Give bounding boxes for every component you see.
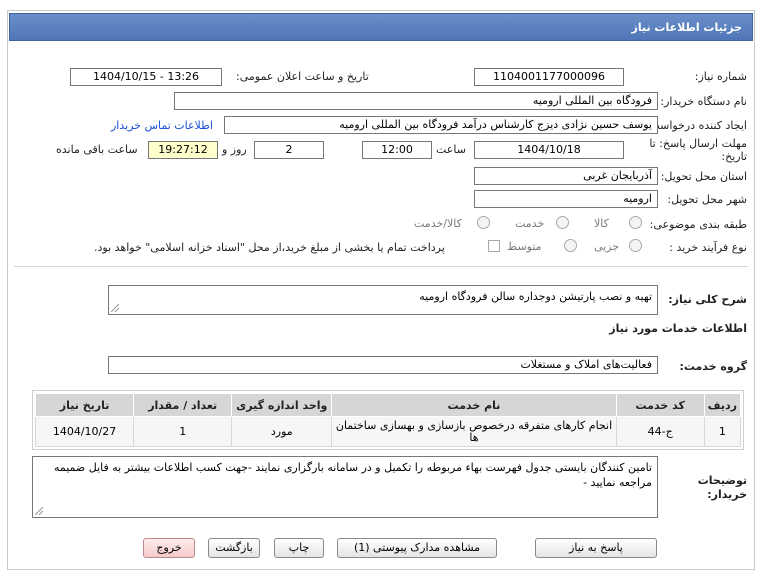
summary-text: تهیه و نصب پارتیشن دوجداره سالن فرودگاه … [419, 290, 652, 303]
treasury-note: پرداخت تمام یا بخشی از مبلغ خرید،از محل … [94, 241, 445, 254]
divider [14, 266, 748, 267]
announce-field: 1404/10/15 - 13:26 [70, 68, 222, 86]
back-button[interactable]: بازگشت [208, 538, 260, 558]
cell-unit: مورد [231, 416, 333, 447]
treasury-checkbox[interactable] [488, 240, 500, 252]
col-header-need-date: تاریخ نیاز [34, 393, 135, 417]
table-header-row: ردیف کد خدمت نام خدمت واحد اندازه گیری ت… [34, 393, 742, 417]
process-radio-minor[interactable] [629, 239, 642, 252]
buyer-notes-text: تامین کنندگان بایستی جدول فهرست بهاء مرب… [53, 461, 652, 489]
buyer-notes-label-2: خریدار: [707, 488, 747, 501]
buyer-notes-field: تامین کنندگان بایستی جدول فهرست بهاء مرب… [32, 456, 658, 518]
buyer-notes-label: توضیحات [697, 474, 747, 487]
province-label: استان محل تحویل: [660, 170, 747, 183]
services-table: ردیف کد خدمت نام خدمت واحد اندازه گیری ت… [34, 393, 742, 447]
process-label: نوع فرآیند خرید : [669, 241, 747, 254]
remaining-time-field: 19:27:12 [148, 141, 218, 159]
col-header-unit: واحد اندازه گیری [231, 393, 333, 417]
cell-service-name: انجام کارهای متفرقه درخصوص بازسازی و بهس… [331, 416, 617, 447]
resize-grip-icon [111, 304, 119, 312]
cell-quantity: 1 [133, 416, 233, 447]
category-label: طبقه بندی موضوعی: [649, 218, 747, 231]
cell-need-date: 1404/10/27 [34, 416, 135, 447]
category-option-service: خدمت [515, 217, 545, 230]
deadline-label: مهلت ارسال پاسخ: تا [649, 137, 747, 150]
col-header-quantity: تعداد / مقدار [133, 393, 233, 417]
category-radio-goods-service[interactable] [477, 216, 490, 229]
category-option-goods-service: کالا/خدمت [414, 217, 462, 230]
need-number-field: 1104001177000096 [474, 68, 624, 86]
announce-label: تاریخ و ساعت اعلان عمومی: [236, 70, 369, 83]
deadline-time-label: ساعت [436, 143, 466, 156]
deadline-days-field: 2 [254, 141, 324, 159]
remaining-time-label: ساعت باقی مانده [56, 143, 138, 156]
process-option-medium: متوسط [507, 240, 542, 253]
resize-grip-icon [35, 507, 43, 515]
process-option-minor: جزیی [594, 240, 620, 253]
deadline-time-field: 12:00 [362, 141, 432, 159]
summary-field: تهیه و نصب پارتیشن دوجداره سالن فرودگاه … [108, 285, 658, 315]
creator-label: ایجاد کننده درخواست: [645, 119, 747, 132]
buyer-org-label: نام دستگاه خریدار: [660, 95, 747, 108]
summary-label: شرح کلی نیاز: [668, 293, 747, 306]
province-field: آذربایجان غربی [474, 167, 658, 185]
city-label: شهر محل تحویل: [667, 193, 747, 206]
deadline-label-date: تاریخ: [721, 150, 747, 163]
category-option-goods: کالا [594, 217, 609, 230]
process-radio-medium[interactable] [564, 239, 577, 252]
col-header-service-name: نام خدمت [331, 393, 617, 417]
need-details-page: جزئیات اطلاعات نیاز شماره نیاز: 11040011… [0, 0, 761, 574]
page-title: جزئیات اطلاعات نیاز [9, 13, 753, 41]
table-row: 1 ج-44 انجام کارهای متفرقه درخصوص بازساز… [34, 416, 742, 447]
attachments-button[interactable]: مشاهده مدارک پیوستی (1) [337, 538, 497, 558]
services-title: اطلاعات خدمات مورد نیاز [609, 322, 747, 335]
buyer-org-field: فرودگاه بین المللی ارومیه [174, 92, 658, 110]
print-button[interactable]: چاپ [274, 538, 324, 558]
deadline-date-field: 1404/10/18 [474, 141, 624, 159]
col-header-row-number: ردیف [703, 393, 742, 417]
reply-button[interactable]: پاسخ به نیاز [535, 538, 657, 558]
city-field: ارومیه [474, 190, 658, 208]
exit-button[interactable]: خروج [143, 538, 195, 558]
category-radio-service[interactable] [556, 216, 569, 229]
col-header-service-code: کد خدمت [615, 393, 705, 417]
cell-row-number: 1 [703, 416, 742, 447]
service-group-label: گروه خدمت: [679, 360, 747, 373]
creator-field: یوسف حسین نژادی دیزج کارشناس درآمد فرودگ… [224, 116, 658, 134]
category-radio-goods[interactable] [629, 216, 642, 229]
deadline-days-label: روز و [222, 143, 247, 156]
buyer-contact-link[interactable]: اطلاعات تماس خریدار [111, 119, 213, 132]
cell-service-code: ج-44 [615, 416, 705, 447]
need-number-label: شماره نیاز: [694, 70, 747, 83]
service-group-field: فعالیت‌های املاک و مستغلات [108, 356, 658, 374]
